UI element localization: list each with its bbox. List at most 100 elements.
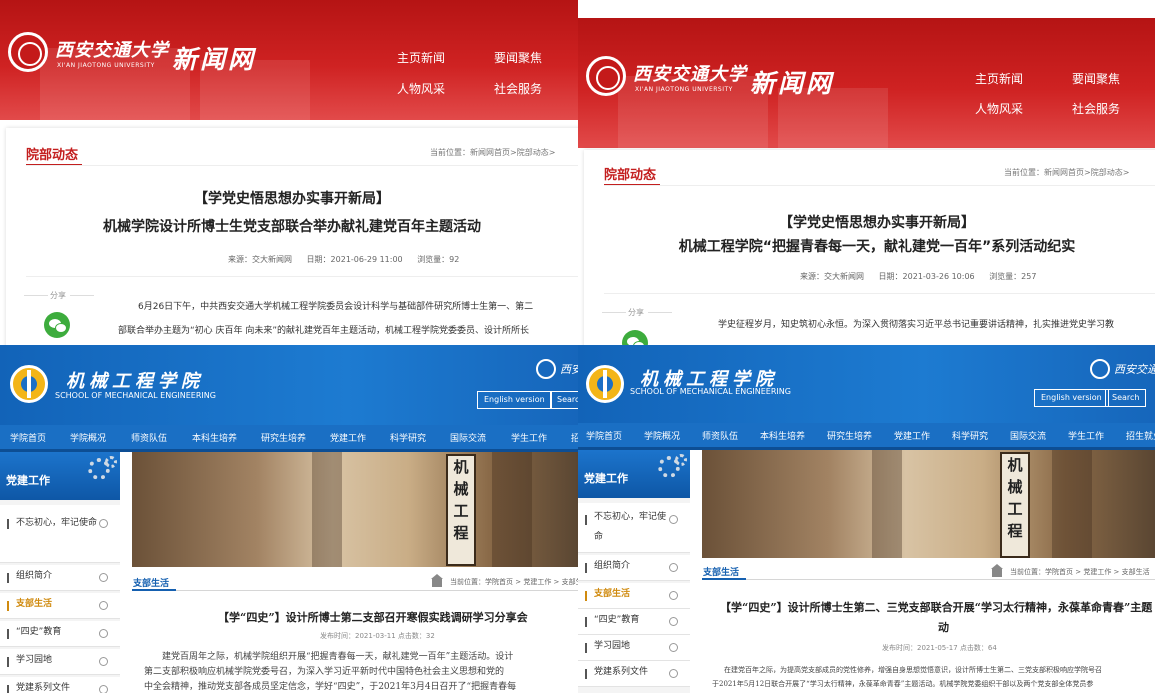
- nav-item[interactable]: 国际交流: [450, 431, 486, 444]
- nav-item[interactable]: 党建工作: [894, 429, 930, 442]
- section-underline: [702, 578, 746, 580]
- sidebar-header: 党建工作: [0, 452, 120, 500]
- sidebar-item-four-histories[interactable]: “四史”教育: [578, 609, 690, 635]
- wechat-icon[interactable]: [44, 312, 70, 338]
- breadcrumb[interactable]: 当前位置：学院首页 > 党建工作 > 支部生活: [1010, 567, 1150, 577]
- nav-item[interactable]: 学院概况: [70, 431, 106, 444]
- nav-item[interactable]: 本科生培养: [760, 429, 805, 442]
- search-button[interactable]: Search: [1105, 389, 1147, 407]
- sidebar-item-label: 党建系列文件: [594, 667, 649, 677]
- school-name-en: SCHOOL OF MECHANICAL ENGINEERING: [630, 387, 791, 396]
- nav-item[interactable]: 学生工作: [511, 431, 547, 444]
- sidebar-item-initial-mission[interactable]: 不忘初心，牢记使命: [0, 505, 120, 563]
- home-icon: [991, 564, 1003, 577]
- banner-column: [872, 450, 902, 558]
- meta-source: 来源：交大新闻网: [800, 272, 864, 281]
- school-screenshot-d: 机械工程学院 SCHOOL OF MECHANICAL ENGINEERING …: [578, 345, 1155, 693]
- nav-focus[interactable]: 要闻聚焦: [494, 49, 542, 66]
- article-meta: 发布时间：2021-03-11 点击数：32: [320, 632, 435, 640]
- nav-item[interactable]: 学生工作: [1068, 429, 1104, 442]
- english-version-button[interactable]: English version: [1034, 389, 1109, 407]
- nav-item[interactable]: 科学研究: [390, 431, 426, 444]
- site-name: 新闻网: [750, 69, 835, 98]
- article-title-line-1: 【学“四史”】设计所博士生第二、三党支部联合开展“学习太行精神，永葆革命青春”主…: [720, 601, 1153, 614]
- article-body-line: 部联合举办主题为“初心 庆百年 向未来”的献礼建党百年主题活动，机械工程学院党委…: [118, 326, 530, 336]
- sidebar-bullet: [7, 657, 9, 667]
- meta-date: 日期：2021-03-26 10:06: [878, 272, 975, 281]
- sidebar-title: 党建工作: [6, 474, 50, 487]
- nav-item[interactable]: 师资队伍: [131, 431, 167, 444]
- breadcrumb[interactable]: 当前位置：学院首页 > 党建工作 > 支部生活: [450, 577, 578, 587]
- section-underline: [132, 589, 176, 591]
- sidebar-item-org[interactable]: 组织简介: [578, 555, 690, 581]
- university-name-en: XI'AN JIAOTONG UNIVERSITY: [57, 62, 155, 69]
- nav-item[interactable]: 学院首页: [10, 431, 46, 444]
- plaque-char: 程: [1007, 522, 1023, 540]
- sidebar-item-label: 学习园地: [594, 641, 631, 651]
- sidebar-bullet: [585, 563, 587, 573]
- banner-column: [492, 452, 532, 567]
- banner-image: 机 械 工 程: [702, 450, 1155, 558]
- sidebar-item-documents[interactable]: 党建系列文件: [578, 661, 690, 687]
- article-title: 【学“四史”】设计所博士第二支部召开寒假实践调研学习分享会: [218, 611, 528, 624]
- university-name: 西安交通大学: [1114, 363, 1155, 376]
- news-screenshot-a: 西安交通大学 XI'AN JIAOTONG UNIVERSITY 新闻网 主页新…: [0, 0, 578, 345]
- nav-item[interactable]: 学院首页: [586, 429, 622, 442]
- divider: [26, 165, 578, 166]
- sidebar-item-documents[interactable]: 党建系列文件: [0, 677, 120, 693]
- sidebar-item-label: 组织简介: [594, 561, 631, 571]
- sidebar-bullet: [7, 601, 9, 611]
- home-icon: [431, 574, 443, 587]
- sidebar-item-label: “四史”教育: [16, 627, 62, 637]
- sidebar-item-org[interactable]: 组织简介: [0, 565, 120, 591]
- nav-focus[interactable]: 要闻聚焦: [1072, 70, 1120, 87]
- chevron-right-icon: [669, 563, 678, 572]
- sidebar-item-initial-mission[interactable]: 不忘初心，牢记使命: [578, 503, 690, 553]
- chevron-right-icon: [669, 617, 678, 626]
- sidebar-bullet: [585, 669, 587, 679]
- sidebar-item-label: 不忘初心，牢记使命: [594, 512, 667, 542]
- divider: [604, 185, 1155, 186]
- sidebar-item-study[interactable]: 学习园地: [578, 635, 690, 661]
- nav-item[interactable]: 招生就业: [571, 431, 578, 444]
- nav-service[interactable]: 社会服务: [494, 80, 542, 97]
- sidebar-item-study[interactable]: 学习园地: [0, 649, 120, 675]
- banner-plaque: 机 械 工 程: [1000, 452, 1030, 558]
- article-body-line: 于2021年5月12日联合开展了“学习太行精神，永葆革命青春”主题活动。机械学院…: [712, 680, 1094, 688]
- nav-item[interactable]: 研究生培养: [261, 431, 306, 444]
- article-body-line: 第二支部积极响应机械学院党委号召，为深入学习近平新时代中国特色社会主义思想和党的: [144, 667, 505, 677]
- sidebar-item-branch-life[interactable]: 支部生活: [578, 583, 690, 609]
- nav-people[interactable]: 人物风采: [397, 80, 445, 97]
- nav-item[interactable]: 学院概况: [644, 429, 680, 442]
- banner-plaque: 机 械 工 程: [446, 454, 476, 566]
- breadcrumb[interactable]: 当前位置：新闻网首页>院部动态>: [1004, 167, 1129, 178]
- breadcrumb[interactable]: 当前位置：新闻网首页>院部动态>: [430, 147, 555, 158]
- headline-line-1: 【学党史悟思想办实事开新局】: [194, 191, 390, 207]
- nav-item[interactable]: 党建工作: [330, 431, 366, 444]
- article-body-line: 中全会精神，推动党支部各成员坚定信念，学好“四史”，于2021年3月4日召开了“…: [144, 682, 517, 692]
- search-button[interactable]: Search: [550, 391, 578, 409]
- chevron-right-icon: [669, 643, 678, 652]
- sidebar-item-branch-life[interactable]: 支部生活: [0, 593, 120, 619]
- article-panel: 院部动态 当前位置：新闻网首页>院部动态> 【学党史悟思想办实事开新局】 机械工…: [584, 150, 1155, 347]
- nav-service[interactable]: 社会服务: [1072, 100, 1120, 117]
- nav-people[interactable]: 人物风采: [975, 100, 1023, 117]
- headline-line-2: 机械学院设计所博士生党支部联合举办献礼建党百年主题活动: [103, 219, 481, 235]
- article-body-line: 学史征程岁月，知史筑初心永恒。为深入贯彻落实习近平总书记重要讲话精神，扎实推进党…: [718, 320, 1115, 330]
- nav-home-news[interactable]: 主页新闻: [397, 49, 445, 66]
- chevron-right-icon: [669, 669, 678, 678]
- sidebar-item-four-histories[interactable]: “四史”教育: [0, 621, 120, 647]
- sidebar-item-label: “四史”教育: [594, 615, 640, 625]
- nav-item[interactable]: 科学研究: [952, 429, 988, 442]
- nav-item[interactable]: 本科生培养: [192, 431, 237, 444]
- nav-item[interactable]: 招生就业: [1126, 429, 1155, 442]
- sidebar-bullet: [7, 685, 9, 693]
- divider: [26, 276, 578, 277]
- plaque-char: 工: [453, 502, 469, 520]
- meta-date: 日期：2021-06-29 11:00: [306, 255, 403, 264]
- nav-home-news[interactable]: 主页新闻: [975, 70, 1023, 87]
- nav-item[interactable]: 研究生培养: [827, 429, 872, 442]
- english-version-button[interactable]: English version: [477, 391, 552, 409]
- nav-item[interactable]: 师资队伍: [702, 429, 738, 442]
- nav-item[interactable]: 国际交流: [1010, 429, 1046, 442]
